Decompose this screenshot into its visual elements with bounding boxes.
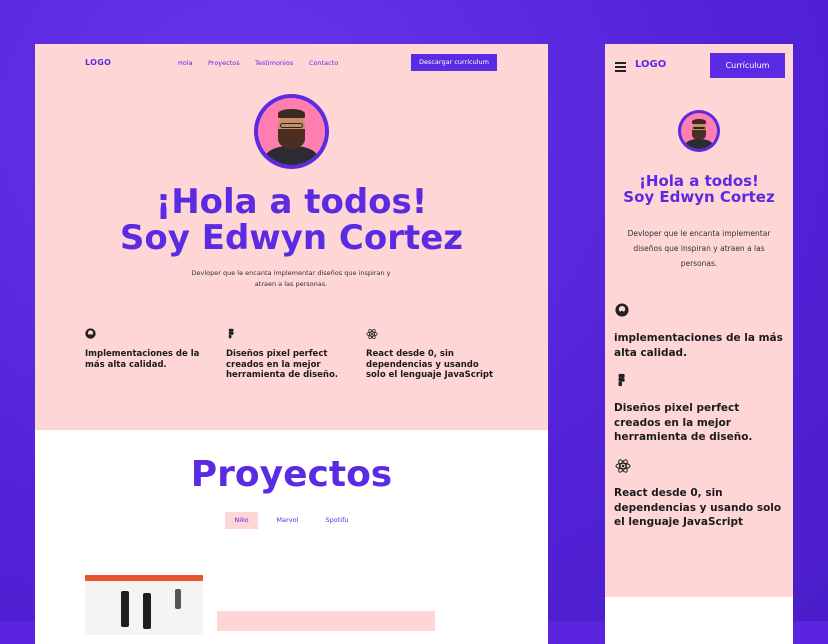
project-thumbnail[interactable] xyxy=(85,575,203,635)
tab-spotifu[interactable]: Spotifu xyxy=(320,512,354,529)
nav-link-hola[interactable]: Hola xyxy=(178,59,193,67)
desktop-mockup: LOGO Hola Proyectos Testimonios Contacto… xyxy=(35,44,548,644)
mobile-logo[interactable]: LOGO xyxy=(635,59,666,70)
mobile-avatar xyxy=(678,110,720,152)
download-cv-button[interactable]: Descargar currículum xyxy=(411,54,497,71)
hero-heading-line1: ¡Hola a todos! xyxy=(155,182,428,222)
nav-link-proyectos[interactable]: Proyectos xyxy=(208,59,240,67)
mobile-feature-text-1: implementaciones de la más alta calidad. xyxy=(614,332,783,359)
tab-marvol[interactable]: Marvol xyxy=(269,512,306,529)
react-icon xyxy=(366,328,378,340)
mobile-feature-text-2: Diseños pixel perfect creados en la mejo… xyxy=(614,402,753,443)
feature-text-1: Implementaciones de la más alta calidad. xyxy=(85,349,200,370)
nav-link-contacto[interactable]: Contacto xyxy=(309,59,338,67)
tab-niko[interactable]: Niko xyxy=(225,512,258,529)
menu-icon[interactable] xyxy=(615,62,626,72)
mobile-react-icon xyxy=(615,458,631,474)
feature-text-3: React desde 0, sin dependencias y usando… xyxy=(366,349,494,380)
avatar xyxy=(254,94,329,169)
mobile-heading-line2: Soy Edwyn Cortez xyxy=(623,188,775,206)
nav-link-testimonios[interactable]: Testimonios xyxy=(255,59,293,67)
mobile-subtitle: Devloper que le encanta implementar dise… xyxy=(627,229,771,268)
project-preview-strip xyxy=(217,611,435,631)
mobile-cv-button[interactable]: Currículum xyxy=(710,53,785,78)
github-icon xyxy=(85,328,96,339)
hero-subtitle: Devloper que le encanta implementar dise… xyxy=(191,269,391,288)
navbar: LOGO Hola Proyectos Testimonios Contacto… xyxy=(35,44,548,82)
feature-text-2: Diseños pixel perfect creados en la mejo… xyxy=(226,349,339,380)
mobile-mockup: LOGO Currículum ¡Hola a todos! Soy Edwyn… xyxy=(605,44,793,644)
mobile-github-icon xyxy=(615,303,629,317)
figma-icon xyxy=(226,328,237,339)
projects-section: Proyectos Niko Marvol Spotifu xyxy=(35,430,548,644)
mobile-feature-text-3: React desde 0, sin dependencias y usando… xyxy=(614,487,782,528)
hero-heading-line2: Soy Edwyn Cortez xyxy=(119,218,464,258)
logo[interactable]: LOGO xyxy=(85,58,111,67)
mobile-figma-icon xyxy=(615,373,629,387)
projects-title: Proyectos xyxy=(190,454,393,495)
